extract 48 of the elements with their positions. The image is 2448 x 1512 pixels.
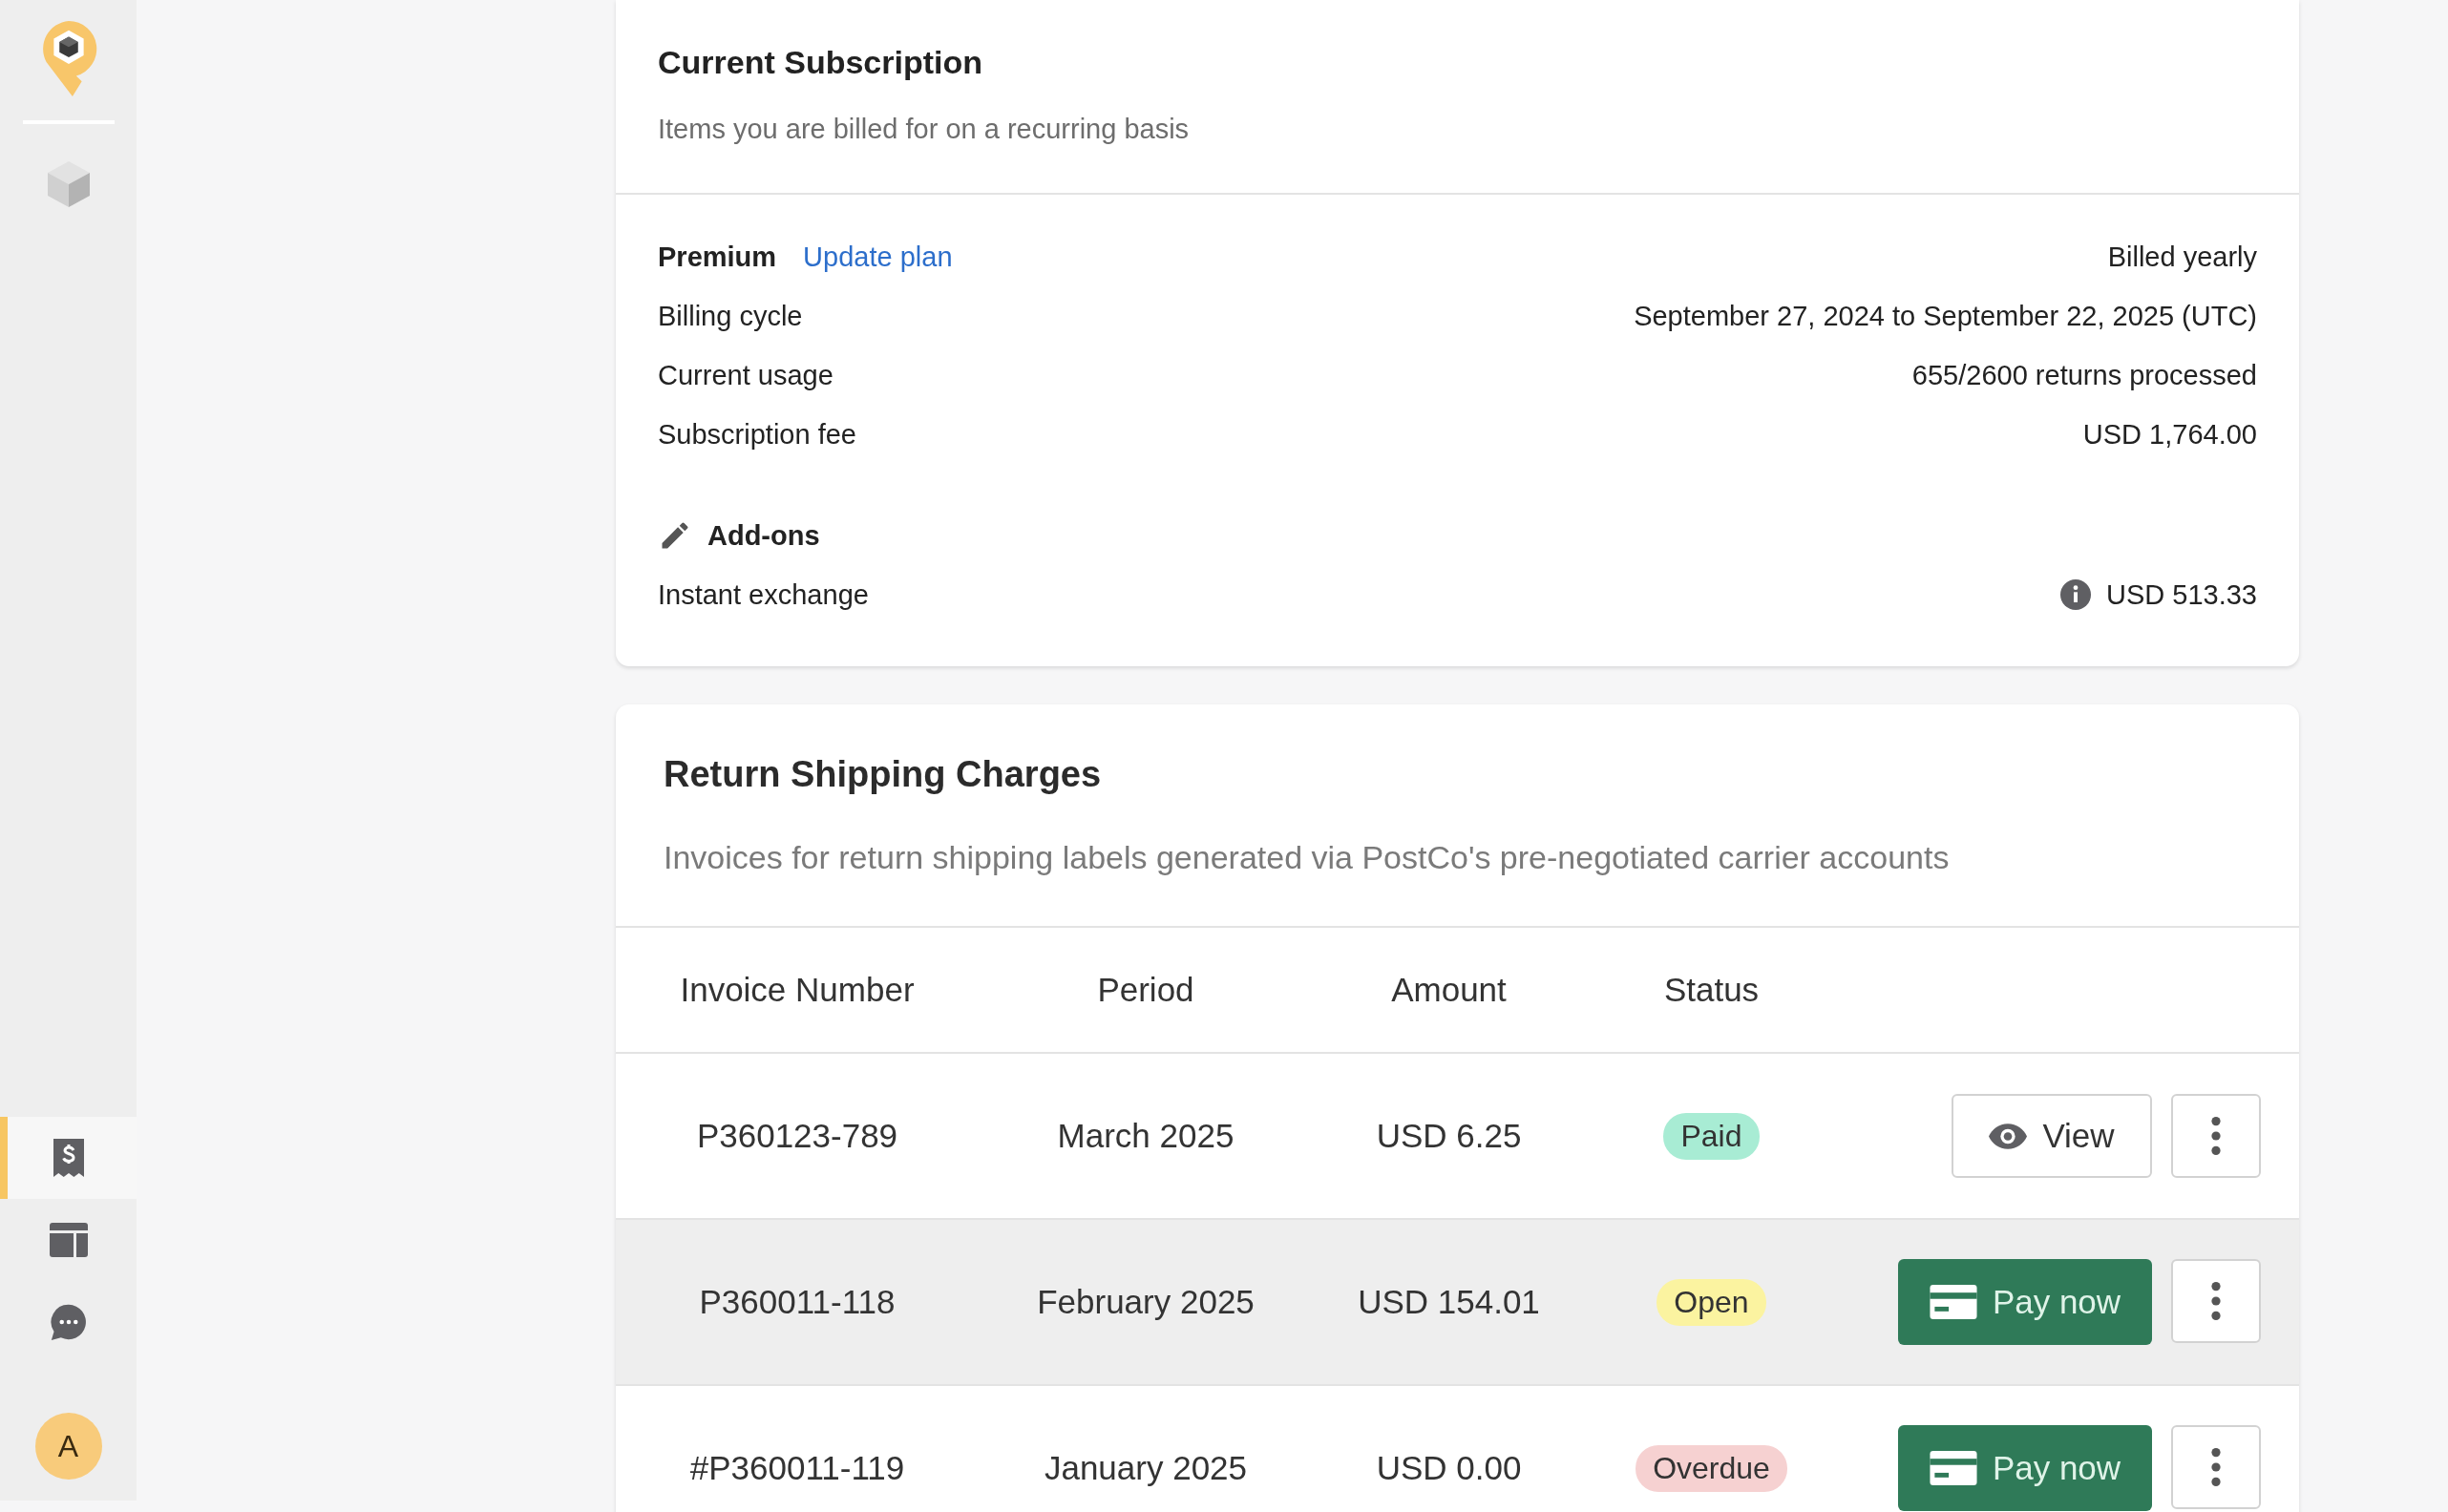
credit-card-icon xyxy=(1929,1451,1977,1485)
info-icon[interactable] xyxy=(2060,579,2091,610)
detail-label: Subscription fee xyxy=(658,418,856,451)
invoice-number: P360011-118 xyxy=(698,1283,897,1321)
detail-value: USD 1,764.00 xyxy=(2082,418,2257,451)
user-avatar[interactable]: A xyxy=(34,1413,102,1480)
nav-item[interactable] xyxy=(0,1117,137,1199)
view-button[interactable]: View xyxy=(1952,1094,2152,1178)
cube-icon xyxy=(45,159,92,209)
more-icon xyxy=(2211,1117,2221,1155)
pay-now-button[interactable]: Pay now xyxy=(1898,1425,2152,1511)
detail-label: Current usage xyxy=(658,359,834,391)
invoice-number: P360123-789 xyxy=(695,1117,899,1155)
card-title: Return Shipping Charges xyxy=(664,754,1103,795)
amount-cell-text: USD 154.01 xyxy=(1357,1283,1541,1321)
credit-card-icon xyxy=(1929,1285,1977,1319)
card-subtitle: Invoices for return shipping labels generated via PostCo's pre-negotiated carrier accounts xyxy=(664,839,1951,876)
period-cell-text: February 2025 xyxy=(1036,1283,1256,1321)
status-badge: Overdue xyxy=(1636,1444,1787,1492)
plan-name: Premium xyxy=(658,241,777,273)
more-button[interactable] xyxy=(2171,1259,2261,1343)
amount-cell-text: USD 6.25 xyxy=(1375,1117,1523,1155)
detail-value: 655/2600 returns processed xyxy=(1911,359,2257,391)
more-button[interactable] xyxy=(2171,1094,2261,1178)
eye-icon xyxy=(1989,1123,2028,1149)
detail-label: Billing cycle xyxy=(658,300,803,332)
addon-label: Instant exchange xyxy=(658,578,869,611)
period-cell-text: March 2025 xyxy=(1056,1117,1235,1155)
card-subtitle: Items you are billed for on a recurring basis xyxy=(658,114,1191,145)
detail-value: September 27, 2024 to September 22, 2025 (UTC) xyxy=(1634,300,2257,332)
update-plan-link[interactable]: Update plan xyxy=(803,241,953,273)
card-title: Current Subscription xyxy=(658,44,984,81)
status-badge: Paid xyxy=(1663,1112,1760,1160)
addons-title: Add-ons xyxy=(707,519,820,552)
pay-now-button[interactable]: Pay now xyxy=(1898,1259,2152,1345)
period-cell-text: January 2025 xyxy=(1043,1449,1249,1487)
column-header: Status xyxy=(1662,971,1761,1009)
status-badge: Open xyxy=(1657,1278,1766,1326)
more-button[interactable] xyxy=(2171,1425,2261,1509)
column-header: Invoice Number xyxy=(679,971,916,1009)
more-icon xyxy=(2211,1282,2221,1320)
addon-price: USD 513.33 xyxy=(2106,578,2257,611)
invoice-number: #P360011-119 xyxy=(688,1449,906,1487)
more-icon xyxy=(2211,1448,2221,1486)
column-header: Period xyxy=(1096,971,1195,1009)
column-header: Amount xyxy=(1390,971,1508,1009)
amount-cell-text: USD 0.00 xyxy=(1375,1449,1523,1487)
billing-frequency: Billed yearly xyxy=(2107,241,2257,273)
